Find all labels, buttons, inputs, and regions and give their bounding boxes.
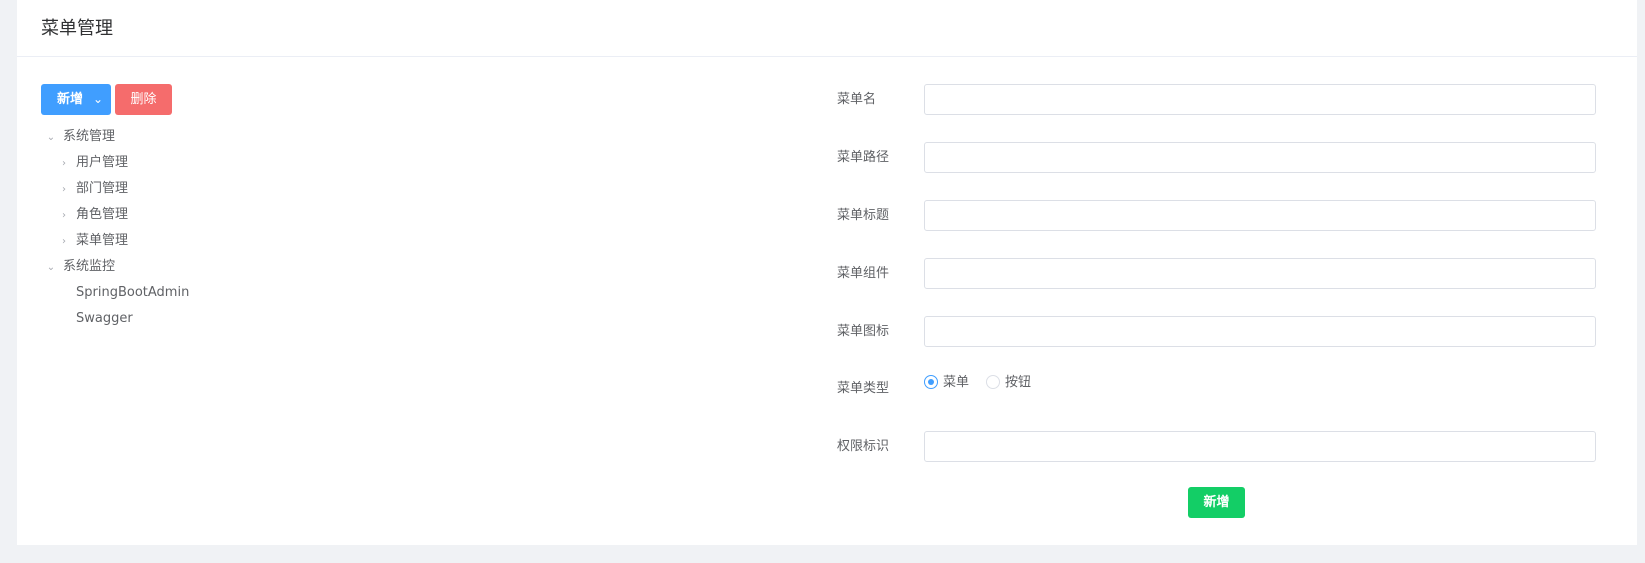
permission-input[interactable] xyxy=(924,431,1596,462)
chevron-right-icon[interactable]: › xyxy=(58,151,70,177)
tree-node-label: Swagger xyxy=(76,311,133,326)
radio-unchecked-icon xyxy=(986,374,1000,389)
chevron-right-icon[interactable]: › xyxy=(58,203,70,229)
menu-component-label: 菜单组件 xyxy=(837,266,890,281)
menu-icon-input[interactable] xyxy=(924,316,1596,347)
chevron-down-icon[interactable]: ⌄ xyxy=(45,255,57,281)
menu-name-label: 菜单名 xyxy=(837,92,877,107)
chevron-right-icon[interactable]: › xyxy=(58,177,70,203)
tree-node-department-management[interactable]: › 部门管理 xyxy=(58,176,128,202)
menu-path-label: 菜单路径 xyxy=(837,150,890,165)
radio-label: 按钮 xyxy=(1005,375,1032,390)
menu-component-input[interactable] xyxy=(924,258,1596,289)
menu-management-card: 菜单管理 新增 ⌄ 删除 ⌄ 系统管理 › 用户管理 › 部门管理 › 角色管理 › 菜单… xyxy=(17,0,1637,545)
tree-node-user-management[interactable]: › 用户管理 xyxy=(58,150,128,176)
menu-title-input[interactable] xyxy=(924,200,1596,231)
tree-node-label: 用户管理 xyxy=(76,155,129,170)
tree-node-label: 菜单管理 xyxy=(76,233,129,248)
radio-checked-icon xyxy=(924,374,938,389)
menu-type-label: 菜单类型 xyxy=(837,381,890,396)
delete-button[interactable]: 删除 xyxy=(115,84,172,115)
menu-icon-label: 菜单图标 xyxy=(837,324,890,339)
tree-node-label: 部门管理 xyxy=(76,181,129,196)
tree-node-system-management[interactable]: ⌄ 系统管理 xyxy=(45,124,115,150)
menu-name-input[interactable] xyxy=(924,84,1596,115)
permission-label: 权限标识 xyxy=(837,439,890,454)
caret-down-icon: ⌄ xyxy=(92,92,103,106)
radio-label: 菜单 xyxy=(943,375,970,390)
chevron-right-icon[interactable]: › xyxy=(58,229,70,255)
add-button-label: 新增 xyxy=(57,92,84,107)
tree-node-role-management[interactable]: › 角色管理 xyxy=(58,202,128,228)
tree-node-label: 角色管理 xyxy=(76,207,129,222)
menu-title-label: 菜单标题 xyxy=(837,208,890,223)
tree-node-springbootadmin[interactable]: SpringBootAdmin xyxy=(58,280,189,306)
page-title: 菜单管理 xyxy=(41,18,113,39)
chevron-down-icon[interactable]: ⌄ xyxy=(45,125,57,151)
tree-node-label: 系统监控 xyxy=(63,259,116,274)
tree-node-label: 系统管理 xyxy=(63,129,116,144)
tree-node-system-monitor[interactable]: ⌄ 系统监控 xyxy=(45,254,115,280)
tree-node-menu-management[interactable]: › 菜单管理 xyxy=(58,228,128,254)
menu-type-radio-menu[interactable]: 菜单 xyxy=(924,374,969,392)
menu-type-radio-button[interactable]: 按钮 xyxy=(986,374,1031,392)
tree-node-label: SpringBootAdmin xyxy=(76,285,190,300)
menu-path-input[interactable] xyxy=(924,142,1596,173)
tree-node-swagger[interactable]: Swagger xyxy=(58,306,133,332)
submit-add-button[interactable]: 新增 xyxy=(1188,487,1245,518)
add-dropdown-button[interactable]: 新增 ⌄ xyxy=(41,84,111,115)
card-header: 菜单管理 xyxy=(17,0,1637,57)
